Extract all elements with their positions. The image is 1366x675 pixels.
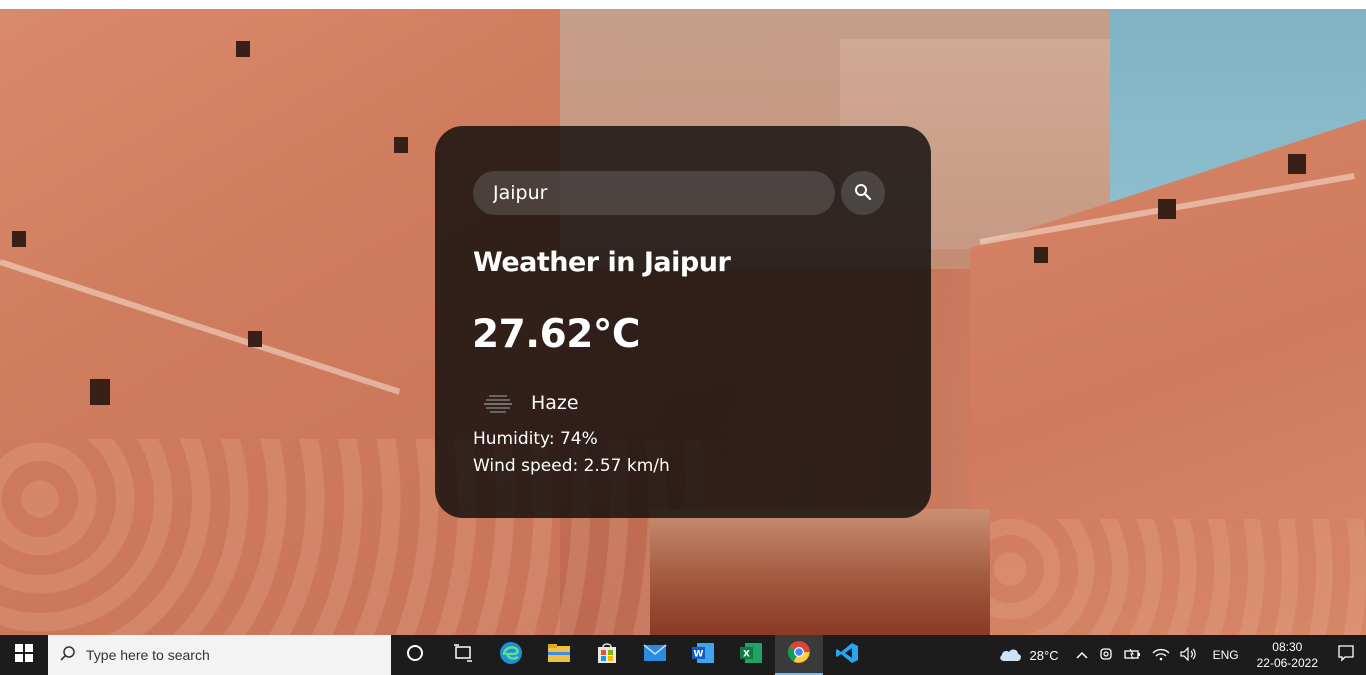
wall-hole — [1034, 247, 1048, 263]
network-button[interactable] — [1147, 635, 1175, 675]
wall-hole — [394, 137, 408, 153]
tray-temperature: 28°C — [1029, 647, 1059, 663]
fort-balcony — [650, 509, 990, 635]
start-button[interactable] — [0, 635, 48, 675]
search-icon — [854, 183, 872, 204]
windows-icon — [15, 643, 33, 667]
mail-button[interactable] — [631, 635, 679, 675]
meet-now-button[interactable] — [1093, 635, 1119, 675]
wall-hole — [236, 41, 250, 57]
camera-icon — [1098, 646, 1114, 665]
clock[interactable]: 08:30 22-06-2022 — [1249, 639, 1326, 671]
chrome-button[interactable] — [775, 635, 823, 675]
cortana-icon — [406, 644, 424, 667]
edge-button[interactable] — [487, 635, 535, 675]
store-button[interactable] — [583, 635, 631, 675]
svg-text:X: X — [743, 649, 750, 659]
volume-button[interactable] — [1175, 635, 1203, 675]
action-center-button[interactable] — [1326, 635, 1366, 675]
clock-date: 22-06-2022 — [1256, 656, 1318, 670]
wall-hole — [90, 379, 110, 405]
taskbar-search-box[interactable]: Type here to search — [48, 635, 391, 675]
arch-pattern-right — [980, 519, 1366, 635]
chevron-up-icon — [1076, 648, 1088, 662]
weather-title: Weather in Jaipur — [473, 247, 731, 278]
wall-hole — [1288, 154, 1306, 174]
speaker-icon — [1179, 646, 1198, 664]
cloud-icon — [998, 646, 1022, 665]
excel-icon: X — [739, 642, 763, 669]
word-button[interactable]: W — [679, 635, 727, 675]
temperature: 27.62°C — [472, 312, 640, 357]
condition-row: Haze — [473, 388, 579, 418]
excel-button[interactable]: X — [727, 635, 775, 675]
file-explorer-button[interactable] — [535, 635, 583, 675]
notification-icon — [1337, 644, 1355, 667]
battery-button[interactable] — [1119, 635, 1147, 675]
battery-icon — [1123, 647, 1142, 664]
store-icon — [596, 642, 618, 669]
folder-icon — [547, 643, 571, 668]
search-icon — [60, 645, 76, 666]
language-indicator[interactable]: ENG — [1203, 635, 1249, 675]
wifi-icon — [1152, 647, 1170, 664]
city-search-input[interactable] — [473, 171, 835, 215]
cortana-button[interactable] — [391, 635, 439, 675]
wall-hole — [248, 331, 262, 347]
weather-card: Weather in Jaipur 27.62°C Haze Humidity:… — [435, 126, 931, 518]
svg-text:W: W — [694, 649, 704, 659]
weather-widget[interactable]: 28°C — [998, 646, 1059, 665]
search-button[interactable] — [841, 171, 885, 215]
haze-icon — [473, 388, 523, 418]
task-view-button[interactable] — [439, 635, 487, 675]
system-tray: 28°C ENG 08:30 22-06-2022 — [998, 635, 1366, 675]
weather-condition: Haze — [531, 392, 579, 414]
wall-hole — [1158, 199, 1176, 219]
show-hidden-icons-button[interactable] — [1071, 635, 1093, 675]
edge-icon — [499, 641, 523, 670]
chrome-icon — [787, 640, 811, 669]
wind-speed: Wind speed: 2.57 km/h — [473, 456, 670, 476]
search-bar — [473, 171, 885, 215]
clock-time: 08:30 — [1272, 640, 1303, 654]
humidity: Humidity: 74% — [473, 429, 598, 449]
vscode-icon — [835, 641, 859, 670]
wall-hole — [12, 231, 26, 247]
mail-icon — [643, 643, 667, 667]
word-icon: W — [691, 642, 715, 669]
task-view-icon — [453, 643, 473, 667]
vscode-button[interactable] — [823, 635, 871, 675]
taskbar-search-placeholder: Type here to search — [86, 647, 210, 663]
taskbar: Type here to search W X 28°C ENG 08:30 2… — [0, 635, 1366, 675]
